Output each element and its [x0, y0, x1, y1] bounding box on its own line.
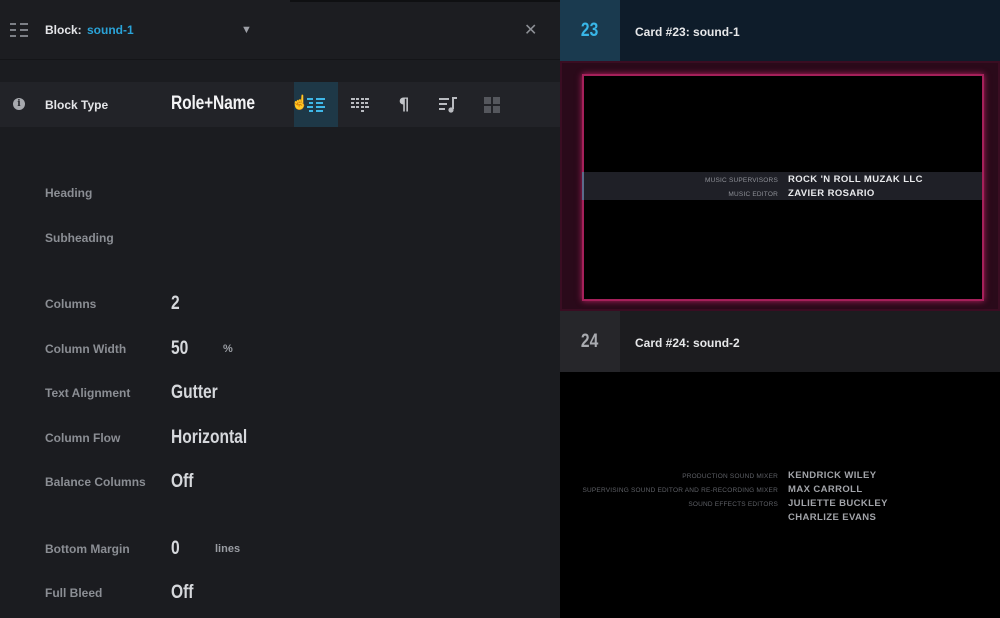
grid-layout-button[interactable] — [338, 82, 382, 127]
card-header-24[interactable]: 24 Card #24: sound-2 — [560, 311, 1000, 372]
column-width-label: Column Width — [45, 342, 127, 356]
info-icon[interactable]: i — [13, 98, 25, 110]
card-number-badge: 24 — [560, 311, 620, 372]
credit-role: PRODUCTION SOUND MIXER — [682, 473, 778, 480]
columns-value[interactable]: 2 — [171, 293, 180, 315]
heading-label[interactable]: Heading — [45, 186, 92, 200]
credit-role: SUPERVISING SOUND EDITOR AND RE-RECORDIN… — [582, 487, 778, 494]
card-preview-23[interactable]: MUSIC SUPERVISORS ROCK 'N ROLL MUZAK LLC… — [560, 61, 1000, 311]
column-flow-value[interactable]: Horizontal — [171, 427, 247, 449]
close-icon[interactable]: ✕ — [524, 20, 537, 40]
subheading-label[interactable]: Subheading — [45, 231, 114, 245]
card-preview-24[interactable]: PRODUCTION SOUND MIXER KENDRICK WILEY SU… — [560, 372, 1000, 618]
music-list-icon — [439, 96, 457, 113]
column-width-unit: % — [223, 343, 233, 355]
credit-name: JULIETTE BUCKLEY — [788, 498, 888, 509]
column-flow-label: Column Flow — [45, 431, 121, 445]
credit-role: MUSIC SUPERVISORS — [705, 177, 778, 184]
logo-grid-layout-button[interactable] — [470, 82, 514, 127]
credit-name: KENDRICK WILEY — [788, 470, 877, 481]
credit-role: MUSIC EDITOR — [728, 191, 778, 198]
credit-name: ZAVIER ROSARIO — [788, 188, 875, 199]
card-preview-panel: 23 Card #23: sound-1 MUSIC SUPERVISORS R… — [560, 0, 1000, 618]
music-list-layout-button[interactable] — [426, 82, 470, 127]
block-type-row: i Block Type Role+Name ¶ — [0, 82, 560, 127]
paragraph-icon: ¶ — [398, 94, 410, 115]
block-editor-panel: Block: sound-1 ▼ ✕ i Block Type Role+Nam… — [0, 0, 560, 618]
block-name[interactable]: sound-1 — [87, 23, 134, 37]
columns-label: Columns — [45, 297, 97, 311]
block-type-value: Role+Name — [171, 93, 255, 114]
bottom-margin-value[interactable]: 0 — [171, 538, 180, 560]
block-label: Block: — [45, 23, 82, 37]
paragraph-layout-button[interactable]: ¶ — [382, 82, 426, 127]
bottom-margin-unit: lines — [215, 543, 241, 555]
logo-grid-icon — [484, 96, 500, 113]
credit-name: MAX CARROLL — [788, 484, 863, 495]
column-width-value[interactable]: 50 — [171, 338, 188, 360]
card-title: Card #24: sound-2 — [635, 336, 740, 350]
credit-name: CHARLIZE EVANS — [788, 512, 877, 523]
card-number-badge: 23 — [560, 0, 620, 61]
balance-columns-value[interactable]: Off — [171, 471, 193, 493]
full-bleed-value[interactable]: Off — [171, 582, 193, 604]
text-alignment-label: Text Alignment — [45, 386, 131, 400]
grid-dots-layout-icon — [351, 97, 369, 112]
block-list-icon[interactable] — [10, 22, 28, 38]
hand-cursor-icon: ☝ — [291, 94, 309, 110]
credit-name: ROCK 'N ROLL MUZAK LLC — [788, 174, 923, 185]
card-header-23[interactable]: 23 Card #23: sound-1 — [560, 0, 1000, 61]
text-alignment-value[interactable]: Gutter — [171, 382, 218, 404]
role-name-layout-icon — [307, 97, 325, 112]
full-bleed-label: Full Bleed — [45, 586, 103, 600]
card-title: Card #23: sound-1 — [635, 25, 740, 39]
block-type-label: Block Type — [45, 98, 109, 112]
credit-role: SOUND EFFECTS EDITORS — [688, 501, 778, 508]
header-divider — [290, 0, 560, 2]
block-header: Block: sound-1 ▼ ✕ — [0, 0, 560, 60]
bottom-margin-label: Bottom Margin — [45, 542, 130, 556]
chevron-down-icon[interactable]: ▼ — [241, 24, 252, 36]
balance-columns-label: Balance Columns — [45, 475, 146, 489]
